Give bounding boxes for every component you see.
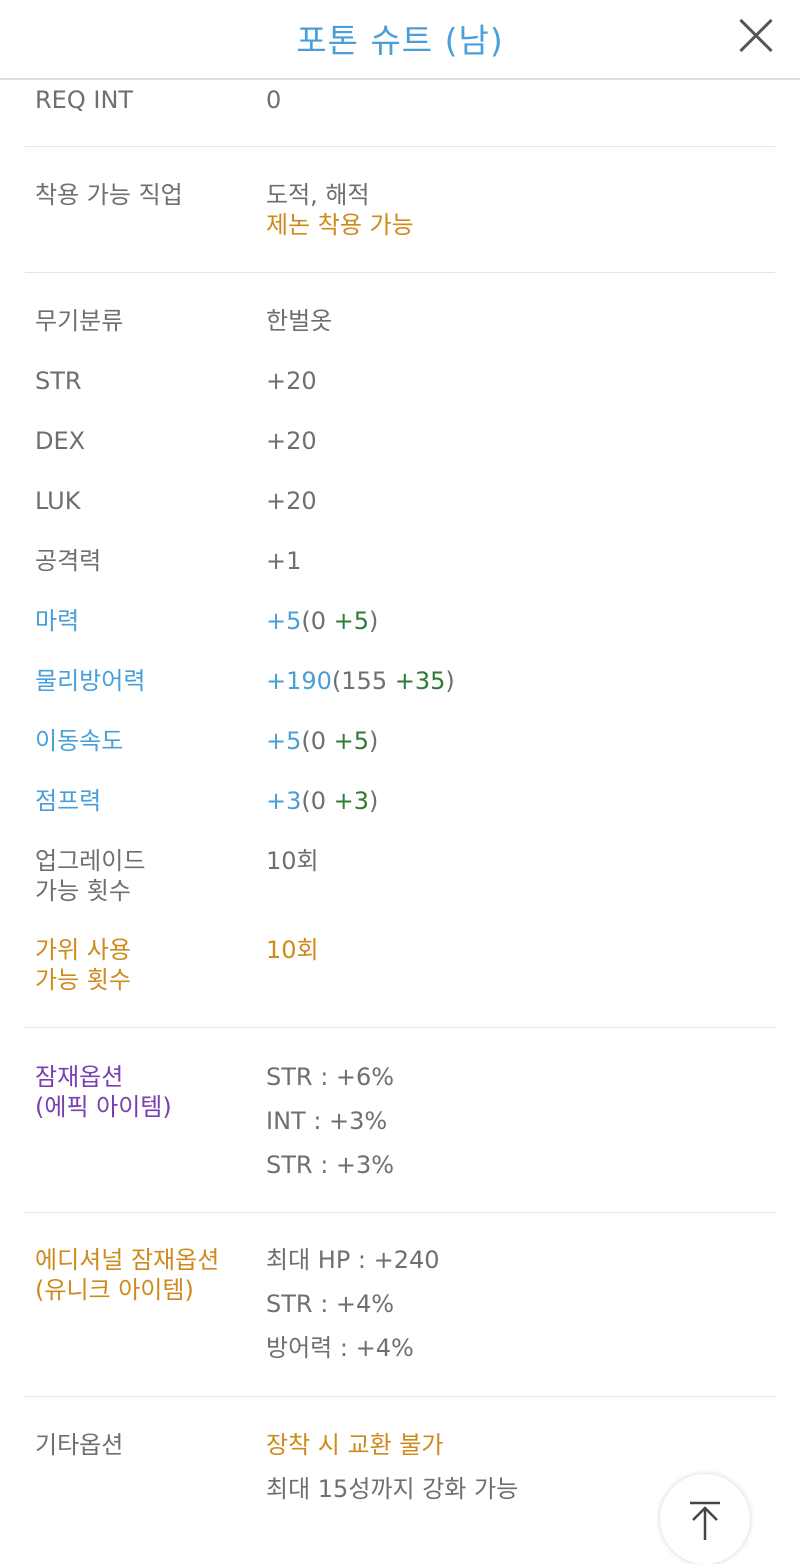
speed-close: ) <box>369 727 379 755</box>
etc-values: 장착 시 교환 불가 최대 15성까지 강화 가능 <box>266 1430 518 1518</box>
magic-value: +5(0 +5) <box>266 606 378 636</box>
luk-label: LUK <box>35 487 81 515</box>
str-label: STR <box>35 367 82 395</box>
jump-bonus: +3 <box>333 787 370 815</box>
arrow-up-icon <box>690 1501 720 1540</box>
page-title: 포톤 슈트 (남) <box>296 21 504 60</box>
magic-base: (0 <box>301 607 334 635</box>
header: 포톤 슈트 (남) <box>0 0 800 80</box>
jobs-label: 착용 가능 직업 <box>35 181 183 209</box>
upgrades-value: 10회 <box>266 847 319 875</box>
additional-line: 방어력 : +4% <box>266 1334 414 1362</box>
dex-label: DEX <box>35 427 86 455</box>
speed-base: (0 <box>301 727 334 755</box>
potential-line: INT : +3% <box>266 1107 388 1135</box>
attack-value: +1 <box>266 547 302 575</box>
jobs-value: 도적, 해적 <box>266 181 370 209</box>
pdef-base: (155 <box>331 667 395 695</box>
additional-line: STR : +4% <box>266 1290 395 1318</box>
pdef-close: ) <box>445 667 455 695</box>
magic-bonus: +5 <box>333 607 370 635</box>
pdef-value: +190(155 +35) <box>266 666 455 696</box>
divider <box>25 1212 775 1213</box>
scroll-top-button[interactable] <box>660 1474 750 1564</box>
magic-label: 마력 <box>35 607 80 635</box>
etc-label: 기타옵션 <box>35 1431 124 1459</box>
str-value: +20 <box>266 367 317 395</box>
divider <box>25 146 775 147</box>
divider <box>25 1027 775 1028</box>
potential-label-line-1: 잠재옵션 <box>35 1063 124 1091</box>
weapon-class-label: 무기분류 <box>35 307 124 335</box>
potential-values: STR : +6% INT : +3% STR : +3% <box>266 1062 394 1194</box>
pdef-bonus: +35 <box>394 667 446 695</box>
jump-close: ) <box>369 787 379 815</box>
scissors-label: 가위 사용 가능 횟수 <box>35 935 260 995</box>
additional-label-line-2: (유니크 아이템) <box>35 1276 194 1304</box>
close-icon[interactable] <box>736 16 776 56</box>
speed-total: +5 <box>266 727 302 755</box>
jump-label: 점프력 <box>35 787 102 815</box>
upgrades-label: 업그레이드 가능 횟수 <box>35 846 260 906</box>
additional-line: 최대 HP : +240 <box>266 1246 440 1274</box>
magic-close: ) <box>369 607 379 635</box>
req-int-value: 0 <box>266 86 282 114</box>
speed-label: 이동속도 <box>35 727 124 755</box>
upgrades-label-line-2: 가능 횟수 <box>35 877 131 905</box>
potential-line: STR : +3% <box>266 1151 395 1179</box>
speed-bonus: +5 <box>333 727 370 755</box>
dex-value: +20 <box>266 427 317 455</box>
jump-value: +3(0 +3) <box>266 786 378 816</box>
jump-total: +3 <box>266 787 302 815</box>
weapon-class-value: 한벌옷 <box>266 307 333 335</box>
attack-label: 공격력 <box>35 547 102 575</box>
etc-line-1: 장착 시 교환 불가 <box>266 1431 444 1459</box>
divider <box>25 272 775 273</box>
potential-label: 잠재옵션 (에픽 아이템) <box>35 1062 260 1122</box>
speed-value: +5(0 +5) <box>266 726 378 756</box>
jobs-values: 도적, 해적 제논 착용 가능 <box>266 180 414 240</box>
scissors-label-line-1: 가위 사용 <box>35 936 131 964</box>
req-int-label: REQ INT <box>35 86 134 114</box>
upgrades-label-line-1: 업그레이드 <box>35 847 146 875</box>
jobs-note: 제논 착용 가능 <box>266 211 414 239</box>
scissors-value: 10회 <box>266 936 319 964</box>
jump-base: (0 <box>301 787 334 815</box>
divider <box>25 1396 775 1397</box>
etc-line-2: 최대 15성까지 강화 가능 <box>266 1475 519 1503</box>
scissors-label-line-2: 가능 횟수 <box>35 966 131 994</box>
luk-value: +20 <box>266 487 317 515</box>
pdef-total: +190 <box>266 667 332 695</box>
potential-line: STR : +6% <box>266 1063 395 1091</box>
magic-total: +5 <box>266 607 302 635</box>
pdef-label: 물리방어력 <box>35 667 146 695</box>
potential-label-line-2: (에픽 아이템) <box>35 1093 172 1121</box>
additional-values: 최대 HP : +240 STR : +4% 방어력 : +4% <box>266 1245 440 1377</box>
additional-label: 에디셔널 잠재옵션 (유니크 아이템) <box>35 1245 260 1305</box>
additional-label-line-1: 에디셔널 잠재옵션 <box>35 1246 220 1274</box>
